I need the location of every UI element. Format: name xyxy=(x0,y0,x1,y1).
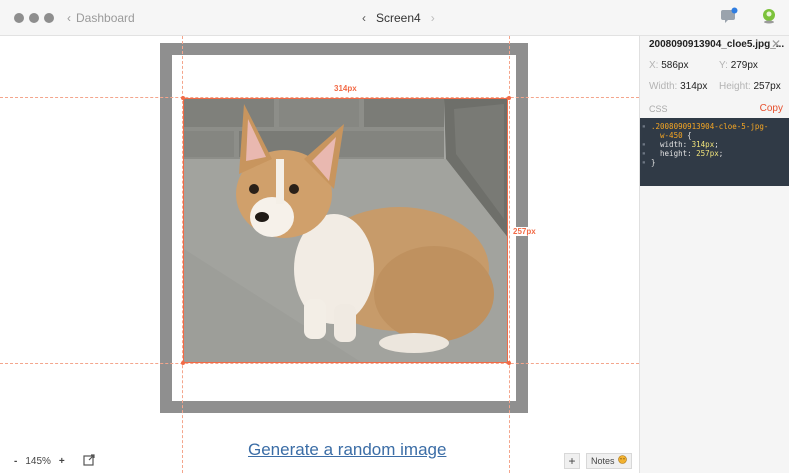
next-screen-button[interactable]: › xyxy=(431,11,435,25)
css-selector-line-1: .2008090913904-cloe-5-jpg- xyxy=(651,122,769,131)
back-link-label: Dashboard xyxy=(76,11,135,25)
css-prop-height: height xyxy=(660,149,688,158)
height-key: Height: xyxy=(719,81,751,92)
notes-emoji-icon xyxy=(617,454,627,468)
resize-handle[interactable] xyxy=(181,96,185,100)
design-canvas[interactable]: 314px 257px Generate a random image - 14… xyxy=(0,36,639,473)
css-brace-open: { xyxy=(682,131,692,140)
dashboard-back-link[interactable]: ‹ Dashboard xyxy=(67,11,135,25)
avatar-icon[interactable] xyxy=(761,8,777,29)
css-code: .2008090913904-cloe-5-jpg- w-450 { width… xyxy=(651,122,769,167)
resize-handle[interactable] xyxy=(507,361,511,365)
x-key: X: xyxy=(649,60,659,71)
code-gutter: ▪ ▪ ▪ ▪ xyxy=(642,123,646,166)
css-val-width: 314px xyxy=(691,140,715,149)
close-icon[interactable]: ✕ xyxy=(771,37,781,51)
css-code-block[interactable]: ▪ ▪ ▪ ▪ .2008090913904-cloe-5-jpg- w-450 { … xyxy=(640,118,789,186)
height-property: Height: 257px xyxy=(719,81,781,92)
prev-screen-button[interactable]: ‹ xyxy=(362,11,366,25)
width-key: Width: xyxy=(649,81,678,92)
width-measure-label: 314px xyxy=(333,84,358,93)
width-property: Width: 314px xyxy=(649,81,707,92)
screen-navigator: ‹ Screen4 › xyxy=(362,11,435,25)
close-window-button[interactable] xyxy=(14,13,24,23)
zoom-in-button[interactable]: + xyxy=(59,456,65,467)
width-value: 314px xyxy=(680,81,708,92)
y-value: 279px xyxy=(730,60,758,71)
copy-css-button[interactable]: Copy xyxy=(760,103,783,114)
guide-bottom xyxy=(0,363,639,364)
css-selector-line-2: w-450 xyxy=(660,131,683,140)
resize-handle[interactable] xyxy=(181,361,185,365)
zoom-level: 145% xyxy=(25,456,51,467)
minimize-window-button[interactable] xyxy=(29,13,39,23)
x-value: 586px xyxy=(661,60,689,71)
add-button[interactable]: + xyxy=(564,453,580,469)
zoom-out-button[interactable]: - xyxy=(14,456,17,467)
comment-bubble-icon[interactable] xyxy=(721,7,739,30)
notes-button[interactable]: Notes xyxy=(586,453,632,469)
window-controls xyxy=(14,13,54,23)
generate-random-image-link[interactable]: Generate a random image xyxy=(248,440,446,460)
height-measure-label: 257px xyxy=(512,227,537,236)
y-position: Y: 279px xyxy=(719,60,758,71)
top-right-icons xyxy=(721,7,777,30)
notes-label: Notes xyxy=(591,456,615,466)
resize-handle[interactable] xyxy=(507,96,511,100)
screen-title: Screen4 xyxy=(376,11,421,25)
css-val-height: 257px xyxy=(696,149,719,158)
layer-name: 2008090913904_cloe5.jpg_... xyxy=(649,39,785,50)
external-link-icon[interactable] xyxy=(83,454,95,469)
css-brace-close: } xyxy=(651,158,656,167)
top-bar: ‹ Dashboard ‹ Screen4 › xyxy=(0,0,789,36)
css-prop-width: width xyxy=(660,140,683,149)
bottom-right-controls: + Notes xyxy=(564,453,632,469)
y-key: Y: xyxy=(719,60,728,71)
height-value: 257px xyxy=(753,81,781,92)
css-section-label: CSS xyxy=(649,104,668,114)
guide-right xyxy=(509,36,510,473)
chevron-left-icon: ‹ xyxy=(67,11,71,25)
zoom-controls: - 145% + xyxy=(14,454,95,469)
maximize-window-button[interactable] xyxy=(44,13,54,23)
app-window: ‹ Dashboard ‹ Screen4 › 314px 257px Gene… xyxy=(0,0,789,473)
inspector-panel: 2008090913904_cloe5.jpg_... ✕ X: 586px Y… xyxy=(639,36,789,473)
x-position: X: 586px xyxy=(649,60,688,71)
corgi-image[interactable] xyxy=(183,98,508,363)
